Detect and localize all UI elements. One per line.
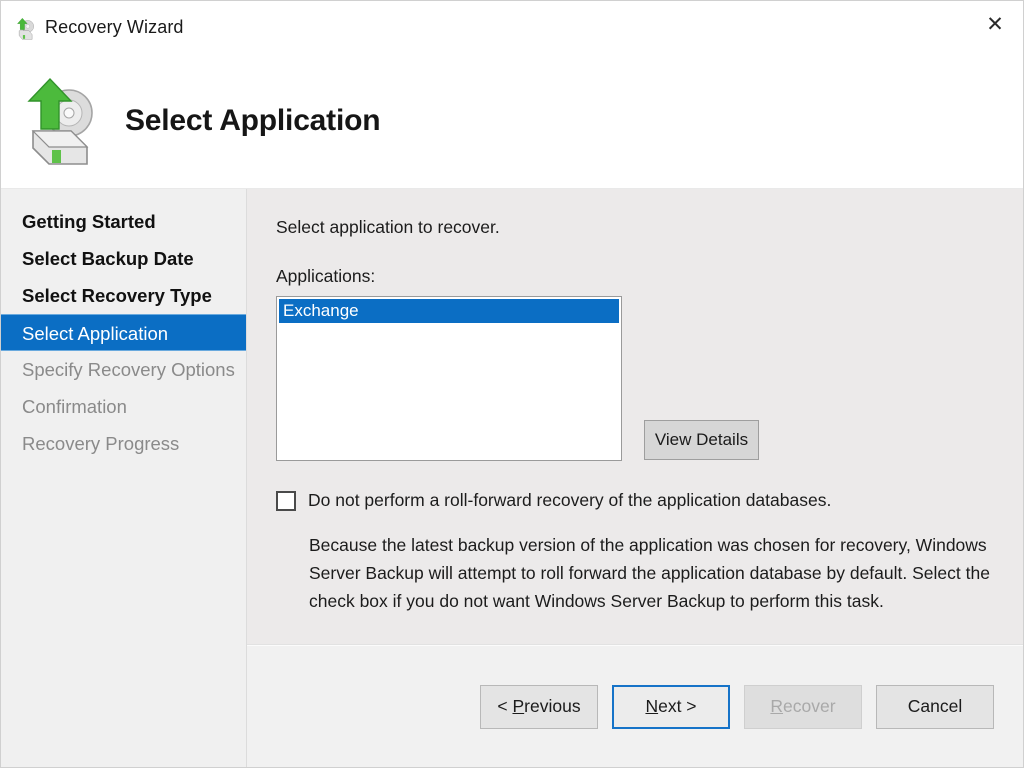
sidebar-item-select-backup-date[interactable]: Select Backup Date bbox=[1, 240, 246, 277]
sidebar-item-recovery-progress[interactable]: Recovery Progress bbox=[1, 425, 246, 462]
sidebar-item-getting-started[interactable]: Getting Started bbox=[1, 203, 246, 240]
sidebar-item-select-application[interactable]: Select Application bbox=[1, 314, 246, 351]
cancel-button[interactable]: Cancel bbox=[876, 685, 994, 729]
page-title: Select Application bbox=[125, 104, 380, 138]
wizard-step-nav: Getting Started Select Backup Date Selec… bbox=[1, 189, 247, 767]
sidebar-item-specify-recovery-options[interactable]: Specify Recovery Options bbox=[1, 351, 246, 388]
next-button[interactable]: Next > bbox=[612, 685, 730, 729]
recover-button: Recover bbox=[744, 685, 862, 729]
rollforward-checkbox-label[interactable]: Do not perform a roll-forward recovery o… bbox=[308, 489, 831, 513]
instruction-text: Select application to recover. bbox=[276, 217, 997, 238]
recovery-wizard-window: Recovery Wizard ✕ Select Application Get… bbox=[0, 0, 1024, 768]
content-panel: Select application to recover. Applicati… bbox=[247, 189, 1023, 645]
content-column: Select application to recover. Applicati… bbox=[247, 189, 1023, 767]
list-item[interactable]: Exchange bbox=[279, 299, 619, 323]
recovery-drive-icon bbox=[7, 71, 103, 171]
applications-row: Exchange View Details bbox=[276, 296, 997, 461]
previous-button[interactable]: < Previous bbox=[480, 685, 598, 729]
rollforward-checkbox[interactable] bbox=[276, 491, 296, 511]
wizard-footer: < Previous Next > Recover Cancel bbox=[247, 645, 1023, 767]
title-bar: Recovery Wizard ✕ bbox=[1, 1, 1023, 54]
window-title: Recovery Wizard bbox=[45, 17, 184, 38]
applications-listbox[interactable]: Exchange bbox=[276, 296, 622, 461]
applications-label: Applications: bbox=[276, 266, 997, 287]
close-icon[interactable]: ✕ bbox=[967, 1, 1023, 47]
recovery-drive-icon bbox=[11, 15, 37, 41]
wizard-body: Getting Started Select Backup Date Selec… bbox=[1, 189, 1023, 767]
wizard-banner: Select Application bbox=[1, 54, 1023, 189]
sidebar-item-confirmation[interactable]: Confirmation bbox=[1, 388, 246, 425]
view-details-button[interactable]: View Details bbox=[644, 420, 759, 460]
sidebar-item-select-recovery-type[interactable]: Select Recovery Type bbox=[1, 277, 246, 314]
rollforward-description: Because the latest backup version of the… bbox=[309, 531, 997, 616]
rollforward-checkbox-row: Do not perform a roll-forward recovery o… bbox=[276, 489, 997, 513]
